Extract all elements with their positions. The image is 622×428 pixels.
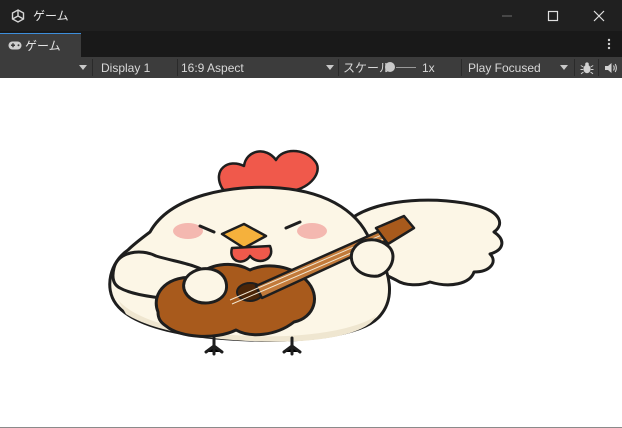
tab-bar: ゲーム bbox=[0, 31, 622, 57]
maximize-icon bbox=[547, 10, 559, 21]
tab-label: ゲーム bbox=[25, 39, 61, 53]
game-toolbar: Display 1 16:9 Aspect スケール 1x Play Focus… bbox=[0, 57, 622, 78]
chevron-down-icon bbox=[560, 65, 568, 70]
gizmo-toggle-button[interactable] bbox=[575, 57, 598, 78]
more-vertical-icon bbox=[607, 38, 611, 50]
scale-slider-track[interactable] bbox=[396, 67, 416, 68]
unity-logo-icon bbox=[10, 8, 26, 24]
chevron-down-icon bbox=[79, 65, 87, 70]
speaker-icon bbox=[604, 62, 617, 73]
more-options-button[interactable] bbox=[604, 35, 614, 53]
maximize-button[interactable] bbox=[530, 0, 576, 31]
chevron-down-icon bbox=[326, 65, 334, 70]
close-icon bbox=[593, 10, 605, 21]
aspect-label: 16:9 Aspect bbox=[181, 60, 244, 75]
game-view-dropdown[interactable] bbox=[0, 57, 91, 78]
aspect-dropdown[interactable]: 16:9 Aspect bbox=[178, 57, 338, 78]
chicken-guitar-image bbox=[108, 149, 504, 356]
scale-value: 1x bbox=[422, 60, 435, 75]
scale-label: スケール bbox=[343, 61, 392, 75]
window-title: ゲーム bbox=[33, 9, 69, 23]
scale-slider-thumb[interactable] bbox=[385, 62, 395, 72]
title-bar[interactable]: ゲーム bbox=[0, 0, 622, 31]
display-dropdown[interactable]: Display 1 bbox=[93, 57, 176, 78]
close-button[interactable] bbox=[576, 0, 622, 31]
play-mode-label: Play Focused bbox=[468, 60, 541, 75]
bug-icon bbox=[580, 61, 593, 74]
tab-game[interactable]: ゲーム bbox=[0, 33, 81, 57]
gamepad-icon bbox=[8, 41, 22, 51]
mute-audio-button[interactable] bbox=[599, 57, 622, 78]
minimize-icon bbox=[502, 15, 512, 16]
display-label: Display 1 bbox=[101, 60, 151, 75]
minimize-button[interactable] bbox=[484, 0, 530, 31]
play-mode-dropdown[interactable]: Play Focused bbox=[462, 57, 573, 78]
game-viewport[interactable] bbox=[0, 78, 622, 428]
